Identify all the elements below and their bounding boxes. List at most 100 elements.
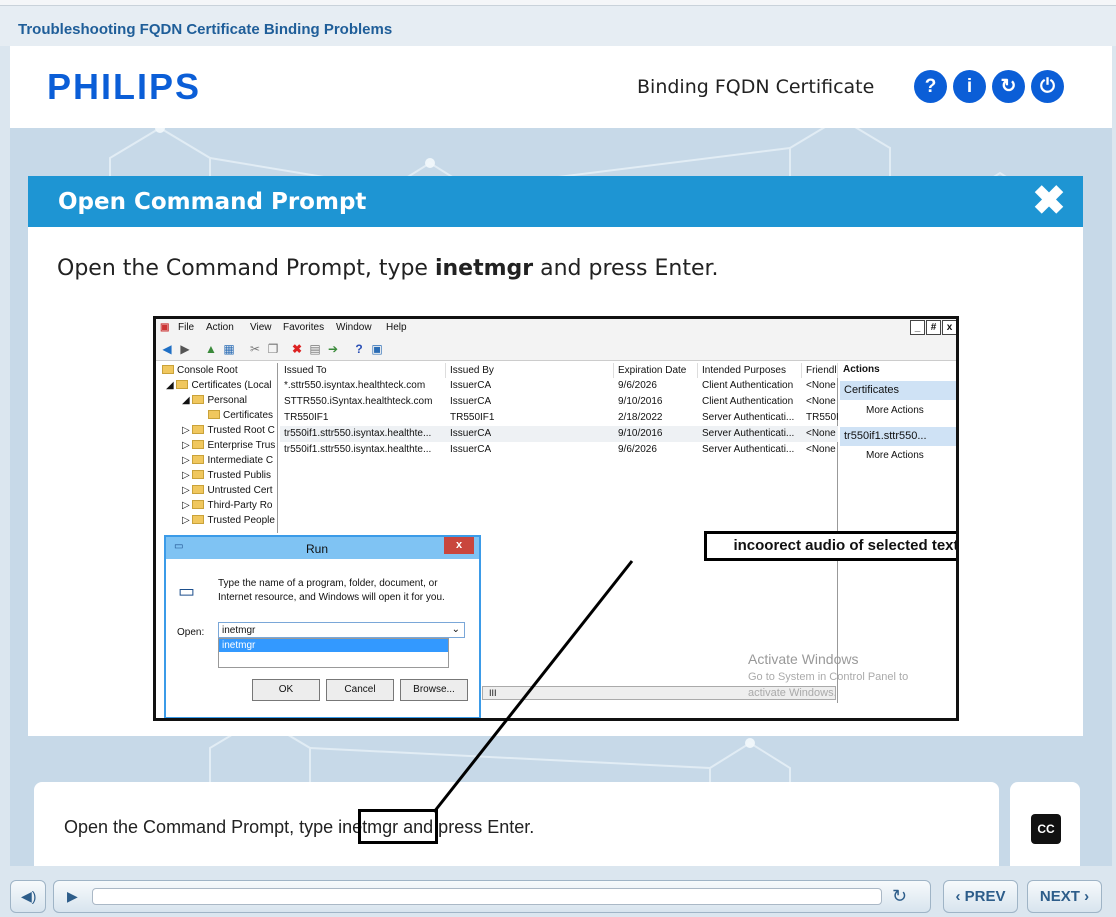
menu-file: File: [178, 322, 195, 333]
run-description: Type the name of a program, folder, docu…: [218, 578, 445, 603]
run-autocomplete-list: inetmgr: [218, 638, 449, 668]
header-bar: PHILIPS Binding FQDN Certificate ? i ↻ ⏻: [10, 46, 1112, 128]
playback-bar: ◀) ▶ ↻ ‹ PREV NEXT ›: [0, 866, 1116, 917]
progress-bar[interactable]: [92, 888, 882, 905]
course-title: Troubleshooting FQDN Certificate Binding…: [0, 6, 1116, 46]
action-pane-icon: ▣: [371, 342, 383, 356]
transcript-box: Open the Command Prompt, type inetmgr an…: [34, 782, 999, 866]
closed-captions-button[interactable]: CC: [1031, 814, 1061, 844]
next-button[interactable]: NEXT ›: [1027, 880, 1102, 913]
column-header-purposes: Intended Purposes: [698, 363, 802, 378]
cell-issued-to: TR550IF1: [284, 412, 329, 423]
cell-issued-by: TR550IF1: [450, 412, 495, 423]
cell-issued-to: STTR550.iSyntax.healthteck.com: [284, 396, 433, 407]
restore-icon: #: [926, 320, 941, 335]
annotation-highlight-box: [358, 809, 438, 844]
actions-section-selected: tr550if1.sttr550...: [840, 427, 956, 446]
help-toolbar-icon: ?: [355, 342, 363, 356]
run-browse-button: Browse...: [400, 679, 468, 701]
cell-expiration: 9/6/2026: [618, 380, 657, 391]
philips-logo: PHILIPS: [47, 66, 202, 107]
cell-expiration: 2/18/2022: [618, 412, 663, 423]
menu-view: View: [250, 322, 272, 333]
tree-item: ▷ Trusted Root C: [182, 425, 275, 436]
tree-item: ▷ Untrusted Cert: [182, 485, 273, 496]
console-tree: Console Root ◢ Certificates (Local ◢ Per…: [160, 363, 278, 533]
column-header-friendly: Friendl: [802, 363, 838, 378]
more-actions-item: More Actions: [866, 405, 924, 416]
run-ok-button: OK: [252, 679, 320, 701]
cut-icon: ✂: [249, 342, 261, 356]
table-row: *.sttr550.isyntax.healthteck.com IssuerC…: [280, 378, 838, 394]
menu-window: Window: [336, 322, 372, 333]
refresh-button[interactable]: ↻: [992, 70, 1025, 103]
panel-title: Open Command Prompt: [58, 189, 367, 215]
tree-item: ▷ Third-Party Ro: [182, 500, 273, 511]
run-cancel-button: Cancel: [326, 679, 394, 701]
cell-friendly: <None: [806, 396, 836, 407]
panel-header: Open Command Prompt ✖: [28, 176, 1083, 227]
cell-issued-by: IssuerCA: [450, 444, 492, 455]
instruction-text: Open the Command Prompt, type inetmgr an…: [57, 256, 719, 281]
audio-button[interactable]: ◀): [10, 880, 46, 913]
activate-windows-watermark: Activate Windows: [748, 651, 859, 667]
window-close-icon: x: [942, 320, 956, 335]
seek-bar-container: ▶ ↻: [53, 880, 931, 913]
cc-container: CC: [1010, 782, 1080, 866]
cell-friendly: <None: [806, 428, 836, 439]
info-button[interactable]: i: [953, 70, 986, 103]
cell-purposes: Server Authenticati...: [702, 412, 795, 423]
cell-expiration: 9/6/2026: [618, 444, 657, 455]
cell-issued-by: IssuerCA: [450, 380, 492, 391]
power-button[interactable]: ⏻: [1031, 70, 1064, 103]
cell-friendly: <None: [806, 444, 836, 455]
cell-purposes: Client Authentication: [702, 380, 794, 391]
actions-heading: Actions: [843, 364, 880, 375]
cell-issued-to: tr550if1.sttr550.isyntax.healthte...: [284, 444, 432, 455]
instruction-command: inetmgr: [434, 256, 534, 281]
tree-item: ◢ Certificates (Local: [166, 380, 272, 391]
tree-item: Console Root: [162, 365, 238, 376]
chevron-down-icon: ⌄: [451, 624, 460, 635]
column-header-issued-by: Issued By: [446, 363, 614, 378]
delete-icon: ✖: [291, 342, 303, 356]
run-title: Run: [306, 542, 329, 556]
tree-item: ▷ Enterprise Trus: [182, 440, 276, 451]
speaker-icon: ◀): [21, 888, 37, 904]
tree-item: ▷ Intermediate C: [182, 455, 274, 466]
forward-arrow-icon: ▶: [180, 342, 190, 356]
more-actions-item: More Actions: [866, 450, 924, 461]
run-open-input: inetmgr ⌄: [218, 622, 465, 638]
table-row-selected: tr550if1.sttr550.isyntax.healthte... Iss…: [280, 426, 838, 442]
show-hide-tree-icon: ▦: [223, 342, 235, 356]
menu-action: Action: [206, 322, 234, 333]
play-icon[interactable]: ▶: [67, 888, 78, 905]
review-annotation: incoorect audio of selected text: [704, 531, 956, 561]
course-frame: PHILIPS Binding FQDN Certificate ? i ↻ ⏻…: [10, 46, 1112, 866]
instruction-prefix: Open the Command Prompt, type: [57, 256, 435, 281]
activate-windows-hint: Go to System in Control Panel to: [748, 671, 909, 683]
mmc-menubar: ▣ File Action View Favorites Window Help…: [156, 319, 956, 337]
mmc-screenshot: ▣ File Action View Favorites Window Help…: [153, 316, 959, 721]
cell-expiration: 9/10/2016: [618, 396, 663, 407]
run-close-icon: x: [444, 537, 474, 554]
run-window-icon: ▭: [174, 541, 184, 552]
run-open-label: Open:: [177, 627, 205, 638]
tree-item: ▷ Trusted Publis: [182, 470, 272, 481]
prev-button[interactable]: ‹ PREV: [943, 880, 1018, 913]
help-button[interactable]: ?: [914, 70, 947, 103]
instruction-suffix: and press Enter.: [533, 256, 719, 281]
cell-issued-to: tr550if1.sttr550.isyntax.healthte...: [284, 428, 432, 439]
minimize-icon: _: [910, 320, 925, 335]
autocomplete-suggestion: inetmgr: [219, 639, 448, 652]
menu-favorites: Favorites: [283, 322, 325, 333]
cell-purposes: Server Authenticati...: [702, 444, 795, 455]
table-row: TR550IF1 TR550IF1 2/18/2022 Server Authe…: [280, 410, 838, 426]
back-arrow-icon: ◀: [162, 342, 172, 356]
cell-issued-by: IssuerCA: [450, 396, 492, 407]
module-title: Binding FQDN Certificate: [637, 76, 875, 98]
column-header-issued-to: Issued To: [280, 363, 446, 378]
actions-section-certificates: Certificates: [840, 381, 956, 400]
close-icon[interactable]: ✖: [1031, 181, 1067, 221]
replay-icon[interactable]: ↻: [892, 886, 907, 907]
